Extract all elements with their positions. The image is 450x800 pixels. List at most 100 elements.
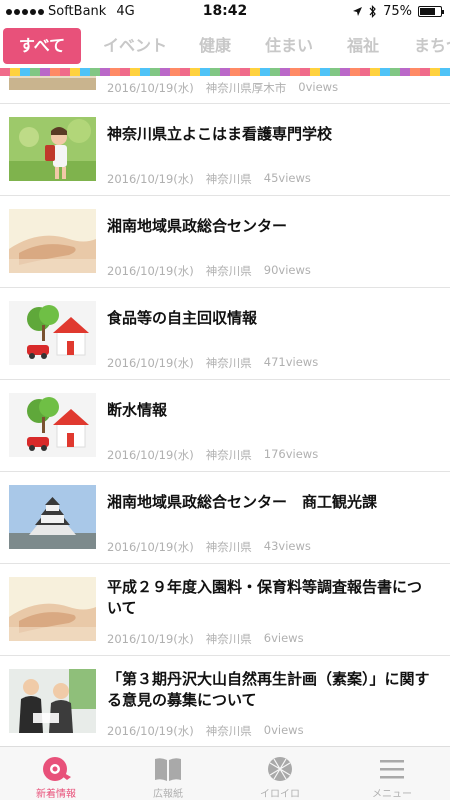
stripe-segment xyxy=(50,68,60,76)
tab-event[interactable]: イベント xyxy=(103,28,167,64)
business-people-image xyxy=(9,669,96,733)
stripe-segment xyxy=(270,68,280,76)
stripe-segment xyxy=(370,68,380,76)
stripe-segment xyxy=(10,68,20,76)
article-date: 2016/10/19(水) xyxy=(107,724,194,738)
stripe-segment xyxy=(90,68,100,76)
stripe-segment xyxy=(180,68,190,76)
stripe-segment xyxy=(420,68,430,76)
article-title: 神奈川県立よこはま看護専門学校 xyxy=(107,125,333,143)
stripe-segment xyxy=(350,68,360,76)
book-icon xyxy=(155,758,181,781)
stripe-segment xyxy=(190,68,200,76)
battery-percent: 75% xyxy=(383,4,412,19)
stripe-segment xyxy=(20,68,30,76)
globe-icon xyxy=(268,757,292,781)
stripe-segment xyxy=(40,68,50,76)
color-stripe-divider xyxy=(0,68,450,76)
article-views: 176views xyxy=(263,447,319,461)
article-views: 6views xyxy=(263,631,304,645)
tab-housing[interactable]: 住まい xyxy=(265,28,313,64)
article-views: 90views xyxy=(263,263,311,277)
stripe-segment xyxy=(340,68,350,76)
tabbar-newsletter[interactable]: 広報紙 xyxy=(112,747,224,800)
stripe-segment xyxy=(110,68,120,76)
article-date: 2016/10/19(水) xyxy=(107,264,194,278)
stripe-segment xyxy=(120,68,130,76)
list-item[interactable]: 2016/10/19(水) 神奈川県厚木市 0views xyxy=(0,76,450,104)
stripe-segment xyxy=(360,68,370,76)
stripe-segment xyxy=(310,68,320,76)
new-info-icon xyxy=(43,757,71,781)
stripe-segment xyxy=(70,68,80,76)
article-views: 0views xyxy=(298,80,339,94)
stripe-segment xyxy=(320,68,330,76)
tabbar-label: メニュー xyxy=(372,789,412,800)
article-location: 神奈川県 xyxy=(205,724,252,738)
stripe-segment xyxy=(330,68,340,76)
article-location: 神奈川県厚木市 xyxy=(205,81,287,95)
stripe-segment xyxy=(440,68,450,76)
article-views: 45views xyxy=(263,171,311,185)
list-item[interactable]: 食品等の自主回収情報 2016/10/19(水) 神奈川県 471views xyxy=(0,288,450,380)
stripe-segment xyxy=(250,68,260,76)
list-item[interactable]: 湘南地域県政総合センター 2016/10/19(水) 神奈川県 90views xyxy=(0,196,450,288)
stripe-segment xyxy=(170,68,180,76)
battery-icon xyxy=(418,6,444,17)
stripe-segment xyxy=(200,68,210,76)
tab-health[interactable]: 健康 xyxy=(199,28,231,64)
tab-community[interactable]: まちづ xyxy=(414,28,450,64)
article-title: 湘南地域県政総合センター 商工観光課 xyxy=(107,493,378,511)
article-date: 2016/10/19(水) xyxy=(107,448,194,462)
stripe-segment xyxy=(30,68,40,76)
partial-image xyxy=(9,76,96,90)
stripe-segment xyxy=(220,68,230,76)
list-item[interactable]: 神奈川県立よこはま看護専門学校 2016/10/19(水) 神奈川県 45vie… xyxy=(0,104,450,196)
article-title: 断水情報 xyxy=(107,401,168,419)
article-location: 神奈川県 xyxy=(205,264,252,278)
list-item[interactable]: 平成２９年度入園料・保育料等調査報告書について 2016/10/19(水) 神奈… xyxy=(0,564,450,656)
holding-hands-image xyxy=(9,577,96,641)
article-location: 神奈川県 xyxy=(205,356,252,370)
article-list[interactable]: 2016/10/19(水) 神奈川県厚木市 0views 神奈川県立よこはま看護… xyxy=(0,76,450,746)
article-title: 湘南地域県政総合センター xyxy=(107,217,288,235)
status-bar: SoftBank 4G 18:42 75% xyxy=(0,0,450,24)
tab-welfare[interactable]: 福祉 xyxy=(347,28,379,64)
stripe-segment xyxy=(100,68,110,76)
article-views: 471views xyxy=(263,355,319,369)
child-with-backpack-image xyxy=(9,117,96,181)
article-location: 神奈川県 xyxy=(205,540,252,554)
tabbar-various[interactable]: イロイロ xyxy=(224,747,336,800)
location-arrow-icon xyxy=(353,7,363,16)
stripe-segment xyxy=(130,68,140,76)
tabbar-label: 新着情報 xyxy=(36,789,76,800)
stripe-segment xyxy=(430,68,440,76)
article-date: 2016/10/19(水) xyxy=(107,632,194,646)
stripe-segment xyxy=(210,68,220,76)
tabbar-menu[interactable]: メニュー xyxy=(336,747,448,800)
tab-all[interactable]: すべて xyxy=(3,28,81,64)
article-title: 「第３期丹沢大山自然再生計画（素案）」に関する意見の募集について xyxy=(107,670,430,709)
stripe-segment xyxy=(290,68,300,76)
article-location: 神奈川県 xyxy=(205,172,252,186)
bluetooth-icon xyxy=(369,5,376,18)
house-and-tree-image xyxy=(9,393,96,457)
list-item[interactable]: 湘南地域県政総合センター 商工観光課 2016/10/19(水) 神奈川県 43… xyxy=(0,472,450,564)
holding-hands-image xyxy=(9,209,96,273)
stripe-segment xyxy=(380,68,390,76)
castle-image xyxy=(9,485,96,549)
article-views: 43views xyxy=(263,539,311,553)
stripe-segment xyxy=(410,68,420,76)
category-tabs: すべて イベント 健康 住まい 福祉 まちづ xyxy=(0,24,450,68)
stripe-segment xyxy=(0,68,10,76)
stripe-segment xyxy=(140,68,150,76)
list-item[interactable]: 「第３期丹沢大山自然再生計画（素案）」に関する意見の募集について 2016/10… xyxy=(0,656,450,746)
tabbar-new-info[interactable]: 新着情報 xyxy=(0,747,112,800)
stripe-segment xyxy=(150,68,160,76)
article-location: 神奈川県 xyxy=(205,448,252,462)
article-title: 平成２９年度入園料・保育料等調査報告書について xyxy=(107,578,423,617)
list-item[interactable]: 断水情報 2016/10/19(水) 神奈川県 176views xyxy=(0,380,450,472)
stripe-segment xyxy=(60,68,70,76)
stripe-segment xyxy=(230,68,240,76)
house-and-tree-image xyxy=(9,301,96,365)
